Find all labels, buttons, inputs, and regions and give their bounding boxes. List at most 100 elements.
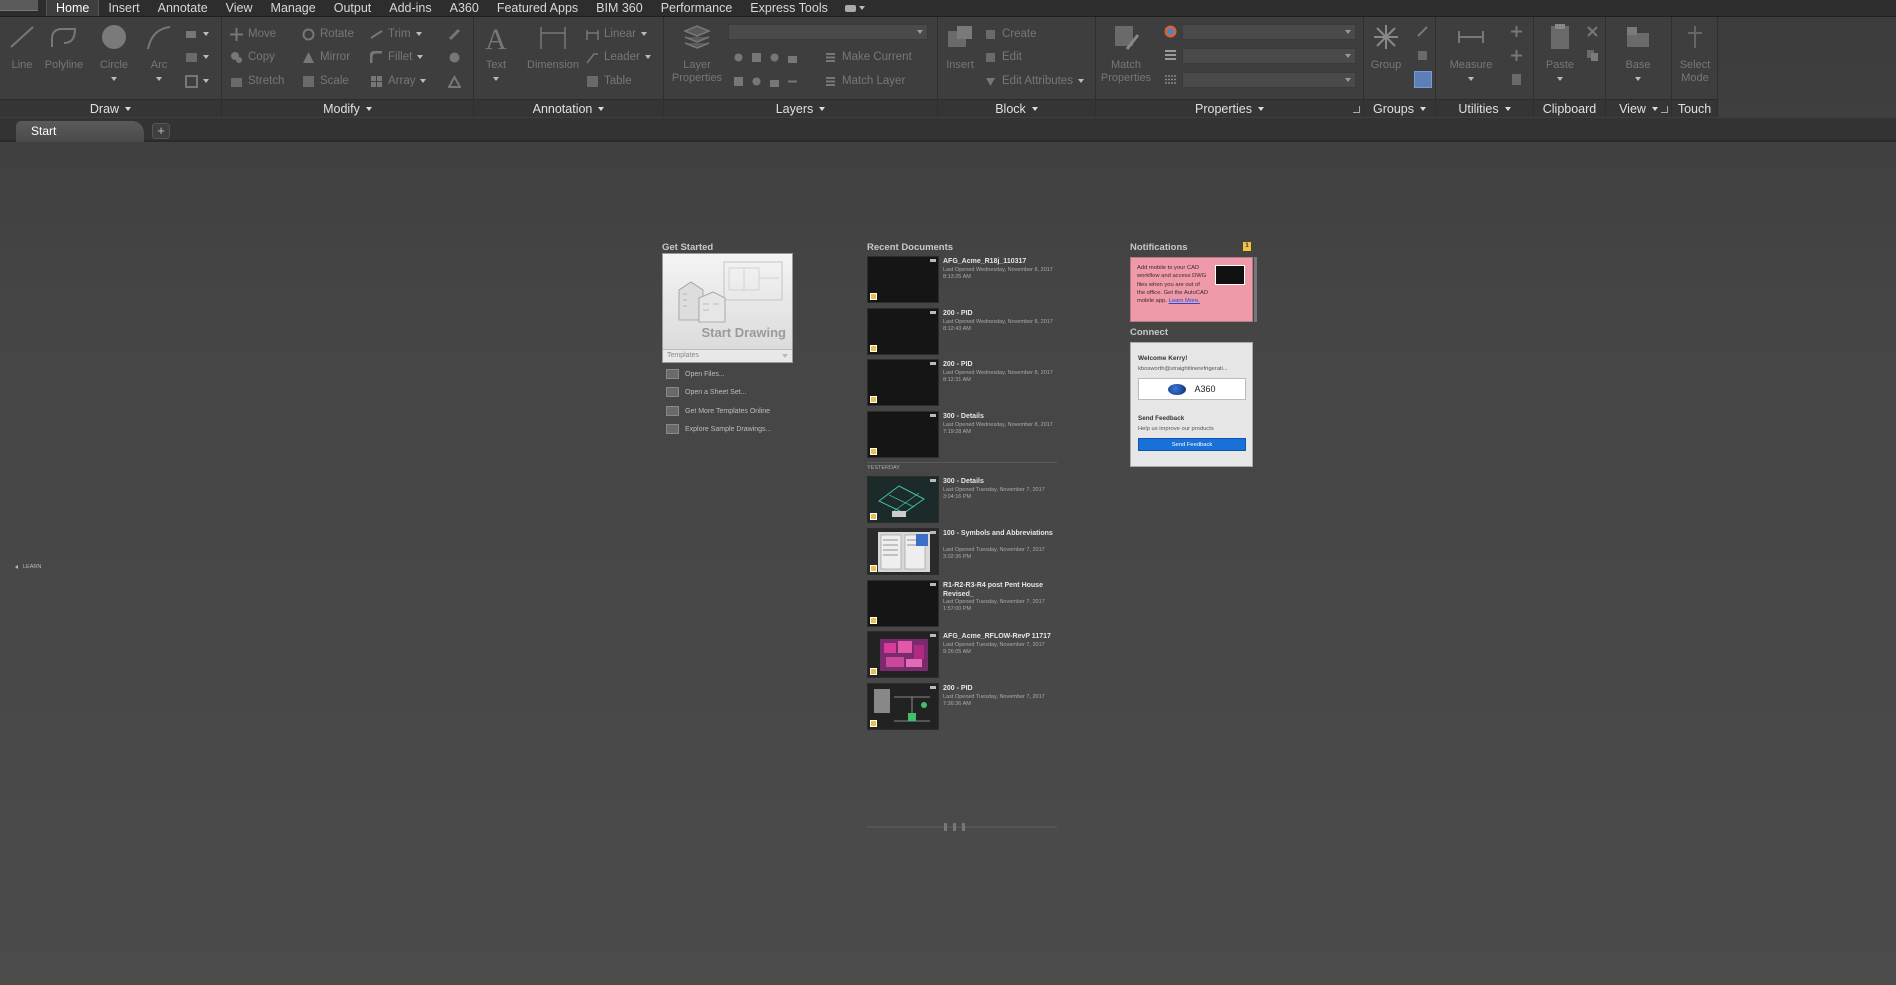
view-launcher-icon[interactable] [1661,106,1668,113]
make-current-button[interactable]: Make Current [824,49,912,65]
recent-doc-item[interactable]: R1-R2-R3-R4 post Pent House Revised_ Las… [867,580,1057,630]
boundary-button[interactable] [185,73,209,89]
send-feedback-button[interactable]: Send Feedback [1138,438,1246,451]
recent-doc-item[interactable]: 300 - Details Last Opened Tuesday, Novem… [867,476,1057,526]
create-block-button[interactable]: Create [984,26,1037,42]
tab-output[interactable]: Output [325,0,381,16]
pin-icon[interactable] [930,362,936,365]
rectangle-button[interactable] [185,26,209,42]
tab-start[interactable]: Start [16,121,144,142]
calculator-icon[interactable] [1510,73,1523,86]
layers-panel-title[interactable]: Layers [664,99,937,117]
paste-button[interactable]: Paste [1540,21,1580,85]
pin-icon[interactable] [930,479,936,482]
new-tab-button[interactable]: + [152,123,170,139]
group-button[interactable]: Group [1366,21,1406,72]
view-mode-details-icon[interactable] [962,823,965,831]
object-color-dropdown[interactable] [1182,24,1356,40]
tab-performance[interactable]: Performance [652,0,742,16]
tab-featured-apps[interactable]: Featured Apps [488,0,587,16]
pin-icon[interactable] [930,583,936,586]
ungroup-icon[interactable] [1416,25,1429,38]
line-button[interactable]: Line [2,21,42,72]
layer-tools-row-2[interactable] [732,73,799,89]
recent-doc-item[interactable]: 100 - Symbols and Abbreviations Last Ope… [867,528,1057,578]
linetype-dropdown[interactable] [1182,72,1356,88]
group-edit-icon[interactable] [1416,49,1429,62]
linear-button[interactable]: Linear [586,26,647,42]
recent-doc-item[interactable]: 300 - Details Last Opened Wednesday, Nov… [867,411,1057,461]
application-button[interactable] [0,0,38,11]
templates-dropdown[interactable]: Templates [663,349,792,362]
match-properties-button[interactable]: Match Properties [1100,21,1152,85]
cut-icon[interactable] [1586,25,1599,38]
group-selection-toggle[interactable] [1414,71,1432,88]
recent-doc-item[interactable]: 200 - PID Last Opened Wednesday, Novembe… [867,359,1057,409]
learn-toggle[interactable]: LEARN [15,564,41,570]
arc-dropdown-icon[interactable] [156,77,162,81]
layer-properties-button[interactable]: Layer Properties [668,21,726,85]
get-templates-link[interactable]: Get More Templates Online [666,406,770,416]
layer-dropdown[interactable] [728,24,928,40]
scale-button[interactable]: Scale [302,73,349,89]
mirror-button[interactable]: Mirror [302,49,350,65]
explore-samples-link[interactable]: Explore Sample Drawings... [666,424,771,434]
notifications-scrollbar[interactable] [1254,257,1257,322]
tab-home[interactable]: Home [46,0,100,16]
layer-tools-row-1[interactable] [732,49,799,65]
a360-button[interactable]: A360 [1138,378,1246,400]
tab-manage[interactable]: Manage [262,0,325,16]
annotation-panel-title[interactable]: Annotation [474,99,663,117]
touch-panel-title[interactable]: Touch [1672,99,1717,117]
base-button[interactable]: Base [1618,21,1658,85]
properties-launcher-icon[interactable] [1353,106,1360,113]
learn-more-link[interactable]: Learn More. [1169,298,1200,304]
groups-panel-title[interactable]: Groups [1364,99,1435,117]
stretch-button[interactable]: Stretch [230,73,284,89]
open-files-link[interactable]: Open Files... [666,369,725,379]
start-drawing-card[interactable]: Start Drawing Templates [662,253,793,363]
copy-clip-icon[interactable] [1586,49,1599,62]
ribbon-display-toggle[interactable] [837,0,873,16]
text-button[interactable]: A Text [476,21,516,85]
polyline-button[interactable]: Polyline [44,21,84,72]
hatch-button[interactable] [185,49,209,65]
pin-icon[interactable] [930,686,936,689]
paste-dropdown-icon[interactable] [1557,77,1563,81]
quick-select-icon[interactable] [1510,25,1523,38]
lineweight-dropdown[interactable] [1182,48,1356,64]
open-sheet-set-link[interactable]: Open a Sheet Set... [666,387,747,397]
tab-view[interactable]: View [217,0,262,16]
text-dropdown-icon[interactable] [493,77,499,81]
insert-button[interactable]: Insert [940,21,980,72]
recent-doc-item[interactable]: AFG_Acme_RFLOW-RevP 11717 Last Opened Tu… [867,631,1057,681]
tab-annotate[interactable]: Annotate [149,0,217,16]
pin-icon[interactable] [930,259,936,262]
measure-dropdown-icon[interactable] [1468,77,1474,81]
leader-button[interactable]: Leader [586,49,651,65]
explode-button[interactable] [448,49,461,65]
rotate-button[interactable]: Rotate [302,26,354,42]
properties-panel-title[interactable]: Properties [1096,99,1363,117]
match-layer-button[interactable]: Match Layer [824,73,905,89]
pin-icon[interactable] [930,311,936,314]
pin-icon[interactable] [930,634,936,637]
offset-button[interactable] [448,73,461,89]
recent-doc-item[interactable]: 200 - PID Last Opened Wednesday, Novembe… [867,308,1057,358]
draw-panel-title[interactable]: Draw [0,99,221,117]
measure-button[interactable]: Measure [1442,21,1500,85]
fillet-button[interactable]: Fillet [370,49,424,65]
edit-block-button[interactable]: Edit [984,49,1022,65]
utilities-panel-title[interactable]: Utilities [1436,99,1533,117]
tab-insert[interactable]: Insert [99,0,148,16]
block-panel-title[interactable]: Block [938,99,1095,117]
tab-bim-360[interactable]: BIM 360 [587,0,652,16]
erase-button[interactable] [448,26,461,42]
trim-button[interactable]: Trim [370,26,422,42]
recent-doc-item[interactable]: 200 - PID Last Opened Tuesday, November … [867,683,1057,733]
circle-dropdown-icon[interactable] [111,77,117,81]
view-mode-toggles[interactable] [944,823,965,831]
copy-button[interactable]: Copy [230,49,275,65]
recent-doc-item[interactable]: AFG_Acme_R18j_110317 Last Opened Wednesd… [867,256,1057,306]
tab-express-tools[interactable]: Express Tools [741,0,837,16]
